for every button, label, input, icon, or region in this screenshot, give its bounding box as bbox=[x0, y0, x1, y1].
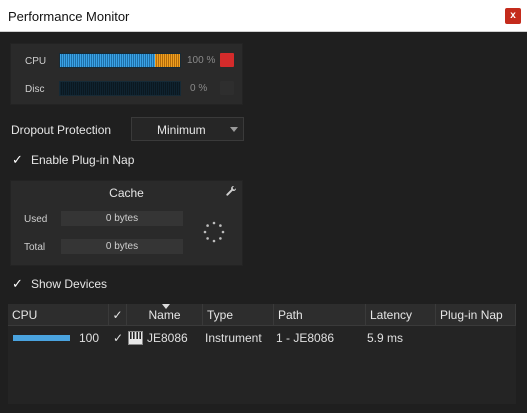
cpu-meter-fill bbox=[60, 54, 155, 67]
dropout-protection-select[interactable]: Minimum bbox=[131, 117, 244, 141]
column-type[interactable]: Type bbox=[203, 304, 274, 326]
cache-title: Cache bbox=[109, 186, 144, 200]
show-devices-checkbox[interactable]: ✓ bbox=[11, 277, 24, 290]
cache-total-value: 0 bytes bbox=[61, 239, 183, 254]
window-titlebar: Performance Monitor x bbox=[0, 0, 527, 32]
sort-caret-icon bbox=[162, 304, 170, 309]
window-title: Performance Monitor bbox=[8, 9, 130, 24]
cache-used-value: 0 bytes bbox=[61, 211, 183, 226]
device-path: 1 - JE8086 bbox=[276, 331, 335, 345]
meters-panel: CPU 100 % Disc 0 % bbox=[10, 43, 243, 105]
checkmark-icon: ✓ bbox=[12, 276, 23, 291]
column-cpu[interactable]: CPU bbox=[8, 304, 109, 326]
table-header: CPU ✓ Name Type Path Latency Plug-in Nap bbox=[8, 304, 516, 326]
plugin-nap-label: Enable Plug-in Nap bbox=[31, 153, 135, 167]
cache-total-label: Total bbox=[24, 242, 46, 253]
column-plugin-nap[interactable]: Plug-in Nap bbox=[436, 304, 516, 326]
device-type: Instrument bbox=[205, 331, 262, 345]
cache-used-label: Used bbox=[24, 214, 48, 225]
spinner-icon bbox=[203, 221, 225, 243]
table-row[interactable]: 100 ✓ JE8086 Instrument 1 - JE8086 5.9 m… bbox=[8, 327, 516, 349]
device-enabled-checkbox[interactable]: ✓ bbox=[109, 327, 127, 349]
column-latency[interactable]: Latency bbox=[366, 304, 436, 326]
checkmark-icon: ✓ bbox=[12, 152, 23, 167]
disc-meter bbox=[59, 81, 181, 96]
column-enabled[interactable]: ✓ bbox=[109, 304, 127, 326]
cpu-meter-percent: 100 % bbox=[187, 55, 216, 66]
plugin-nap-checkbox[interactable]: ✓ bbox=[11, 153, 24, 166]
dropout-protection-label: Dropout Protection bbox=[11, 123, 112, 137]
disc-meter-percent: 0 % bbox=[190, 83, 208, 94]
cpu-meter-peak bbox=[154, 54, 180, 67]
device-cpu-bar bbox=[13, 335, 70, 341]
piano-icon bbox=[128, 331, 143, 345]
cache-header: Cache bbox=[11, 181, 242, 203]
disc-meter-label: Disc bbox=[25, 84, 45, 95]
cpu-overload-indicator bbox=[220, 53, 234, 67]
column-name-label: Name bbox=[148, 308, 181, 322]
close-icon: x bbox=[510, 10, 516, 21]
checkmark-icon: ✓ bbox=[112, 331, 124, 345]
column-name[interactable]: Name bbox=[127, 304, 203, 326]
devices-table: CPU ✓ Name Type Path Latency Plug-in Nap… bbox=[8, 304, 516, 404]
disc-overload-indicator bbox=[220, 81, 234, 95]
cpu-meter-label: CPU bbox=[25, 56, 47, 67]
column-path[interactable]: Path bbox=[274, 304, 366, 326]
show-devices-label: Show Devices bbox=[31, 277, 108, 291]
device-cpu-value: 100 bbox=[79, 331, 100, 345]
disc-meter-track bbox=[60, 82, 180, 95]
dropout-protection-value: Minimum bbox=[157, 123, 206, 137]
device-latency: 5.9 ms bbox=[367, 331, 404, 345]
dropdown-arrow-icon bbox=[230, 127, 238, 132]
device-name: JE8086 bbox=[147, 331, 188, 345]
cpu-meter bbox=[59, 53, 181, 68]
close-button[interactable]: x bbox=[505, 8, 521, 24]
wrench-icon[interactable] bbox=[225, 185, 237, 197]
checkmark-icon: ✓ bbox=[112, 308, 123, 322]
cache-panel: Cache Used 0 bytes Total 0 bytes bbox=[10, 180, 243, 266]
